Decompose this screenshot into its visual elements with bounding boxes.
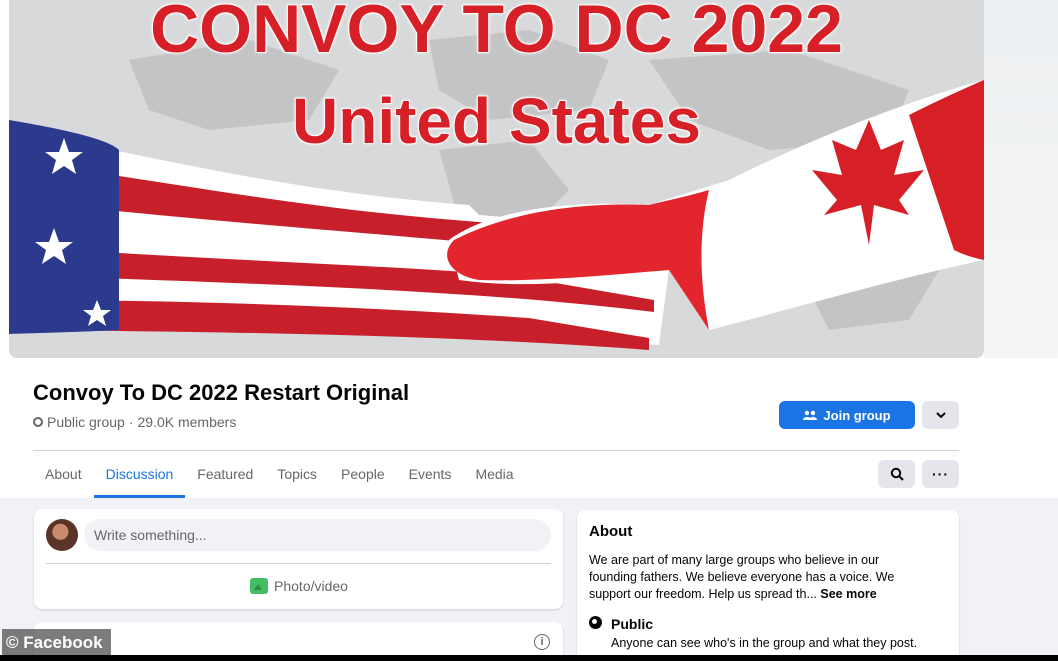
about-card: About We are part of many large groups w… — [577, 510, 959, 661]
tab-media[interactable]: Media — [463, 458, 525, 498]
meta-separator: · — [128, 414, 134, 430]
about-description: We are part of many large groups who bel… — [589, 552, 929, 603]
search-icon — [890, 467, 904, 481]
chevron-down-icon — [935, 412, 946, 418]
join-group-button[interactable]: Join group — [779, 401, 915, 429]
tab-about[interactable]: About — [33, 458, 94, 498]
header-divider — [33, 450, 959, 451]
public-title: Public — [611, 616, 654, 632]
group-meta: Public group · 29.0K members — [33, 414, 236, 430]
info-icon[interactable]: i — [534, 634, 550, 650]
photo-video-button[interactable]: Photo/video — [214, 573, 384, 599]
people-icon — [803, 410, 818, 420]
group-options-dropdown-button[interactable] — [922, 401, 959, 429]
facebook-group-page: CONVOY TO DC 2022 United States Convoy T… — [0, 0, 1058, 661]
search-group-button[interactable] — [878, 460, 915, 488]
globe-icon — [589, 616, 602, 629]
public-description: Anyone can see who's in the group and wh… — [611, 636, 918, 650]
composer-divider — [46, 563, 551, 564]
about-title: About — [589, 523, 633, 540]
more-options-button[interactable]: ··· — [922, 460, 959, 488]
tab-people[interactable]: People — [329, 458, 397, 498]
globe-icon — [33, 417, 43, 427]
join-group-label: Join group — [823, 407, 891, 423]
tab-featured[interactable]: Featured — [185, 458, 265, 498]
facebook-watermark: © Facebook — [2, 629, 111, 657]
tab-events[interactable]: Events — [397, 458, 464, 498]
member-count[interactable]: 29.0K members — [138, 414, 237, 430]
group-header: Convoy To DC 2022 Restart Original Publi… — [0, 358, 1058, 498]
avatar[interactable] — [46, 519, 78, 551]
photo-video-label: Photo/video — [274, 578, 348, 594]
see-more-link[interactable]: See more — [820, 587, 876, 601]
cover-area: CONVOY TO DC 2022 United States — [0, 0, 1058, 375]
cover-title-line1: CONVOY TO DC 2022 — [149, 0, 844, 68]
post-composer: Write something... Photo/video — [34, 509, 563, 609]
page-gutter — [984, 0, 1058, 375]
photo-icon — [250, 578, 269, 594]
cover-photo[interactable]: CONVOY TO DC 2022 United States — [9, 0, 984, 358]
tab-discussion[interactable]: Discussion — [93, 458, 186, 498]
bottom-letterbox — [0, 655, 1058, 661]
cover-title-line2: United States — [291, 84, 702, 158]
tab-topics[interactable]: Topics — [265, 458, 329, 498]
group-title[interactable]: Convoy To DC 2022 Restart Original — [33, 380, 409, 406]
privacy-label: Public group — [47, 414, 125, 430]
group-tabs: About Discussion Featured Topics People … — [33, 458, 526, 498]
write-something-input[interactable]: Write something... — [84, 519, 551, 551]
